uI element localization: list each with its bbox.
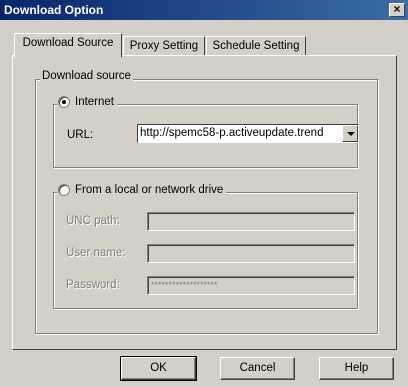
user-name-label: User name: <box>66 247 126 259</box>
internet-radio[interactable] <box>58 96 70 108</box>
tab-panel-download-source: Download source Internet URL: http://spe… <box>12 55 397 350</box>
url-label: URL: <box>67 129 94 141</box>
tab-proxy-setting[interactable]: Proxy Setting <box>123 36 205 57</box>
internet-radio-label: Internet <box>75 96 114 108</box>
title-bar[interactable]: Download Option × <box>0 0 408 20</box>
url-value: http://spemc58-p.activeupdate.trend <box>140 127 324 139</box>
close-button[interactable]: × <box>389 3 405 17</box>
tab-download-source[interactable]: Download Source <box>14 33 122 57</box>
user-name-input[interactable] <box>147 244 355 263</box>
local-drive-radio-option[interactable]: From a local or network drive <box>57 184 227 196</box>
internet-radio-option[interactable]: Internet <box>57 96 117 108</box>
window-title: Download Option <box>4 3 104 17</box>
password-input[interactable]: ******************* <box>147 276 355 295</box>
download-option-dialog: Download Option × Download Source Proxy … <box>0 0 408 387</box>
local-drive-radio[interactable] <box>58 184 70 196</box>
local-drive-radio-label: From a local or network drive <box>75 184 224 196</box>
ok-button[interactable]: OK <box>120 356 197 381</box>
url-combobox[interactable]: http://spemc58-p.activeupdate.trend <box>137 124 359 143</box>
cancel-button[interactable]: Cancel <box>220 357 295 380</box>
tab-schedule-setting[interactable]: Schedule Setting <box>206 36 306 57</box>
password-label: Password: <box>66 279 120 291</box>
unc-path-input[interactable] <box>147 212 355 231</box>
unc-path-label: UNC path: <box>66 215 120 227</box>
help-button[interactable]: Help <box>319 357 394 380</box>
chevron-down-icon[interactable] <box>342 125 358 142</box>
download-source-group-label: Download source <box>40 70 133 82</box>
